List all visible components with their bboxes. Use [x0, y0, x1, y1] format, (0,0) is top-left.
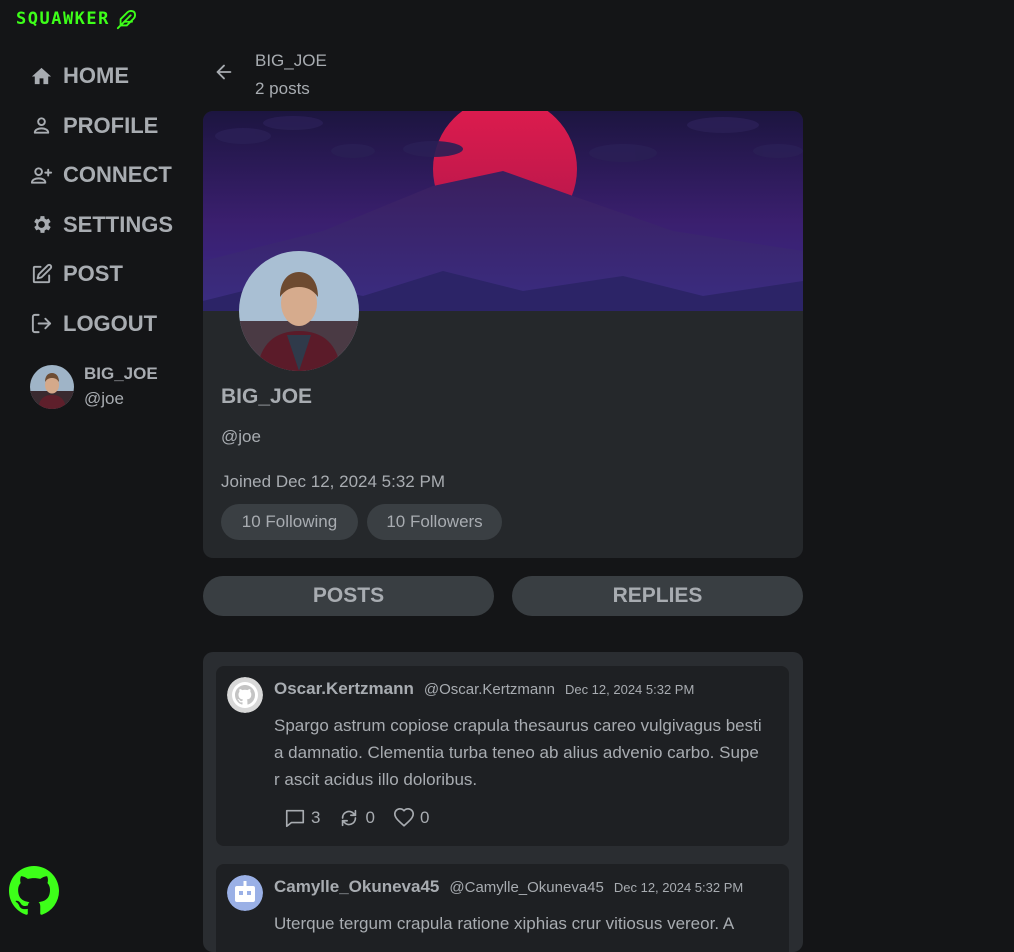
- sidebar-item-post[interactable]: POST: [30, 256, 173, 292]
- sidebar-item-label: CONNECT: [63, 162, 172, 188]
- post-feed: Oscar.Kertzmann @Oscar.Kertzmann Dec 12,…: [203, 652, 803, 952]
- post-meta: Oscar.Kertzmann @Oscar.Kertzmann Dec 12,…: [274, 679, 694, 699]
- post-author[interactable]: Oscar.Kertzmann: [274, 679, 414, 699]
- brand-name: SQUAWKER: [16, 9, 110, 29]
- tab-replies[interactable]: REPLIES: [512, 576, 803, 616]
- post-handle[interactable]: @Oscar.Kertzmann: [424, 681, 555, 698]
- post-actions: 3 0 0: [284, 807, 429, 829]
- logout-icon: [31, 314, 52, 334]
- post-handle[interactable]: @Camylle_Okuneva45: [449, 879, 603, 896]
- back-button[interactable]: [213, 61, 235, 83]
- tab-posts[interactable]: POSTS: [203, 576, 494, 616]
- repost-count: 0: [365, 808, 375, 827]
- followers-button[interactable]: 10 Followers: [367, 504, 502, 540]
- following-button[interactable]: 10 Following: [221, 504, 358, 540]
- person-add-icon: [30, 167, 53, 184]
- user-name: BIG_JOE: [84, 364, 158, 383]
- sidebar-item-label: PROFILE: [63, 112, 159, 138]
- profile-avatar: [239, 251, 359, 371]
- sidebar-item-profile[interactable]: PROFILE: [30, 108, 173, 144]
- person-icon: [33, 117, 50, 134]
- brand-logo[interactable]: SQUAWKER: [16, 8, 138, 30]
- robot-avatar-icon: [227, 875, 263, 911]
- home-icon: [31, 67, 52, 84]
- post-card[interactable]: Oscar.Kertzmann @Oscar.Kertzmann Dec 12,…: [216, 666, 789, 846]
- sidebar-item-logout[interactable]: LOGOUT: [30, 306, 173, 342]
- post-date: Dec 12, 2024 5:32 PM: [613, 880, 744, 895]
- avatar: [30, 364, 74, 409]
- edit-icon: [32, 263, 53, 283]
- heart-icon: [393, 808, 414, 827]
- profile-name: BIG_JOE: [221, 385, 313, 408]
- current-user[interactable]: BIG_JOE @joe: [30, 364, 158, 409]
- sidebar-item-label: SETTINGS: [63, 211, 174, 237]
- profile-card: BIG_JOE @joe Joined Dec 12, 2024 5:32 PM…: [203, 111, 803, 558]
- sidebar-item-home[interactable]: HOME: [30, 58, 173, 94]
- arrow-left-icon: [216, 64, 232, 80]
- post-count: 2 posts: [255, 79, 310, 98]
- post-author[interactable]: Camylle_Okuneva45: [274, 877, 439, 897]
- comment-button[interactable]: 3: [284, 807, 320, 829]
- page-title: BIG_JOE: [255, 51, 327, 70]
- avatar[interactable]: [227, 875, 263, 911]
- sidebar-nav: HOME PROFILE CONNECT SETTINGS POST LOGOU…: [30, 58, 173, 356]
- gear-icon: [34, 216, 51, 234]
- sidebar-item-label: POST: [63, 261, 123, 287]
- repost-button[interactable]: 0: [338, 807, 375, 829]
- post-card[interactable]: Camylle_Okuneva45 @Camylle_Okuneva45 Dec…: [216, 864, 789, 952]
- user-handle: @joe: [84, 389, 124, 408]
- profile-handle: @joe: [221, 427, 261, 446]
- sidebar-item-settings[interactable]: SETTINGS: [30, 207, 173, 243]
- comment-icon: [285, 809, 305, 828]
- github-icon: [9, 866, 59, 915]
- sidebar-item-connect[interactable]: CONNECT: [30, 157, 173, 193]
- feather-icon: [116, 10, 136, 30]
- like-button[interactable]: 0: [393, 807, 429, 829]
- repost-icon: [342, 809, 357, 827]
- avatar[interactable]: [227, 677, 263, 713]
- post-body: Uterque tergum crapula ratione xiphias c…: [274, 914, 735, 933]
- github-link[interactable]: [9, 866, 59, 916]
- sidebar-item-label: LOGOUT: [63, 310, 158, 336]
- post-meta: Camylle_Okuneva45 @Camylle_Okuneva45 Dec…: [274, 877, 743, 897]
- sidebar-item-label: HOME: [63, 63, 129, 88]
- post-date: Dec 12, 2024 5:32 PM: [564, 682, 695, 697]
- comment-count: 3: [311, 808, 321, 827]
- like-count: 0: [419, 808, 430, 827]
- post-body: Spargo astrum copiose crapula thesaurus …: [274, 716, 762, 789]
- github-avatar-icon: [227, 677, 263, 713]
- profile-joined-date: Joined Dec 12, 2024 5:32 PM: [221, 472, 445, 491]
